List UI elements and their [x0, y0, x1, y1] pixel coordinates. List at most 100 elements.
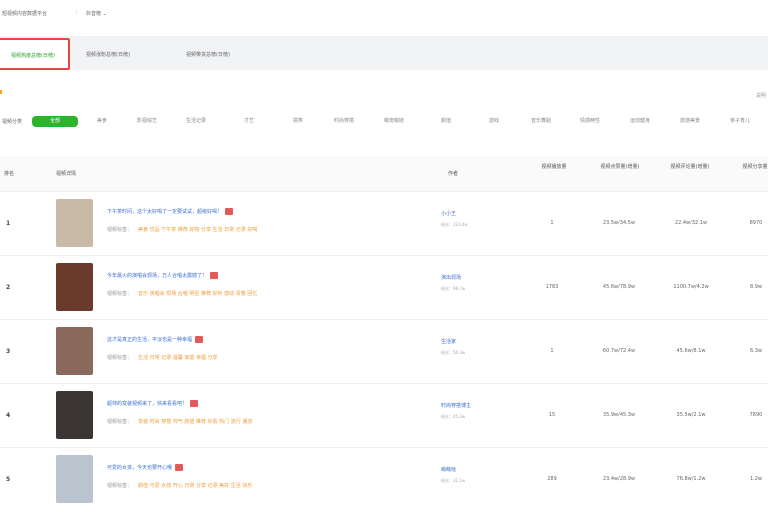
tag-label: 视频标签：	[107, 419, 133, 425]
ranking-tabs: 视频热度总榜(日榜) 视频涨粉总榜(日榜) 视频带货总榜(日榜)	[0, 36, 768, 70]
play-count: 15	[548, 412, 556, 418]
hot-badge-icon	[210, 272, 219, 279]
comment-count: 35.5w/2.1w	[676, 412, 706, 418]
tag-list: 美食 饮品 下午茶 推荐 好物 分享 生活 日常 记录 好喝	[138, 227, 258, 233]
header-comments[interactable]: 视频评论量(增量)	[668, 162, 712, 172]
comment-count: 45.6w/8.1w	[676, 348, 706, 354]
share-count: 1.2w	[749, 476, 763, 482]
filter-option[interactable]: 游戏	[489, 116, 499, 127]
filter-option[interactable]: 情感两性	[580, 116, 600, 127]
header-video: 视频详情	[56, 171, 77, 177]
like-count: 23.5w/34.5w	[602, 220, 636, 226]
filter-option[interactable]: 才艺	[244, 116, 254, 127]
tab-sales-ranking[interactable]: 视频带货总榜(日榜)	[186, 45, 230, 65]
video-thumbnail[interactable]	[56, 263, 93, 311]
video-title[interactable]: 可爱的女孩，今天也要开心哦	[107, 464, 184, 471]
table-row[interactable]: 3 这才是真正的生活，平淡也是一种幸福视频标签： 生活 日常 记录 温馨 家庭 幸福…	[0, 319, 768, 384]
hot-badge-icon	[190, 400, 199, 407]
video-title-text: 下午茶时间，这个太好喝了一定要试试，超级好喝！	[107, 209, 223, 215]
hot-badge-icon	[195, 336, 204, 343]
notice-link[interactable]: 说明	[756, 92, 766, 99]
rank-number: 5	[6, 476, 11, 483]
tab-fans-ranking[interactable]: 视频涨粉总榜(日榜)	[86, 45, 130, 65]
author-fans: 粉丝：56.3w	[441, 350, 466, 355]
video-thumbnail[interactable]	[56, 455, 93, 503]
comment-count: 76.8w/1.2w	[676, 476, 706, 482]
like-count: 45.6w/78.9w	[602, 284, 636, 290]
breadcrumb-dropdown[interactable]: 抖音榜 ⌄	[86, 10, 107, 17]
video-tags: 视频标签： 生活 日常 记录 温馨 家庭 幸福 分享	[107, 354, 218, 361]
play-count: 1	[550, 348, 554, 354]
video-title[interactable]: 超帅的变装视频来了，快来看看吧！	[107, 400, 199, 407]
filter-option[interactable]: 运动健身	[630, 116, 650, 127]
tag-list: 变装 时尚 穿搭 帅气 颜值 推荐 好看 热门 流行 潮流	[138, 419, 253, 425]
video-thumbnail[interactable]	[56, 327, 93, 375]
header-rank: 排名	[4, 171, 15, 177]
author-fans: 粉丝：45.2w	[441, 414, 466, 419]
video-tags: 视频标签： 音乐 演唱会 现场 合唱 明星 推荐 好听 感动 青春 回忆	[107, 290, 257, 297]
play-count: 289	[547, 476, 557, 482]
header-shares[interactable]: 视频分享量	[742, 162, 768, 172]
like-count: 23.4w/28.9w	[602, 476, 636, 482]
header-likes[interactable]: 视频点赞量(增量)	[598, 162, 642, 172]
filter-option[interactable]: 萌宠萌娃	[384, 116, 404, 127]
hot-badge-icon	[225, 208, 234, 215]
filter-option[interactable]: 影视综艺	[137, 116, 157, 127]
top-bar: 短视频内容数据平台 | 抖音榜 ⌄	[0, 0, 768, 32]
tag-label: 视频标签：	[107, 483, 133, 489]
author-fans: 粉丝：98.7w	[441, 286, 466, 291]
video-title[interactable]: 今年最火的演唱会现场，万人合唱太震撼了！	[107, 272, 219, 279]
tab-hot-ranking[interactable]: 视频热度总榜(日榜)	[0, 38, 70, 70]
rank-number: 1	[6, 220, 11, 227]
author-fans: 粉丝：32.1w	[441, 478, 466, 483]
share-count: 6.3w	[749, 348, 763, 354]
rank-number: 2	[6, 284, 11, 291]
video-title[interactable]: 下午茶时间，这个太好喝了一定要试试，超级好喝！	[107, 208, 234, 215]
rank-number: 4	[6, 412, 11, 419]
comment-count: 1100.7w/4.2w	[673, 284, 709, 290]
filter-option[interactable]: 音乐舞蹈	[531, 116, 551, 127]
table-row[interactable]: 1 下午茶时间，这个太好喝了一定要试试，超级好喝！ 视频标签： 美食 饮品 下午茶 推…	[0, 191, 768, 256]
header-author: 作者	[448, 171, 459, 177]
video-title-text: 这才是真正的生活，平淡也是一种幸福	[107, 337, 193, 343]
tag-label: 视频标签：	[107, 355, 133, 361]
author-name[interactable]: 时尚穿搭博主	[441, 402, 471, 409]
breadcrumb-platform[interactable]: 短视频内容数据平台	[2, 10, 47, 17]
header-plays[interactable]: 视频播放量	[536, 162, 572, 172]
breadcrumb-separator: |	[76, 10, 78, 16]
video-title-text: 今年最火的演唱会现场，万人合唱太震撼了！	[107, 273, 208, 279]
share-count: 7890	[749, 412, 763, 418]
filter-option[interactable]: 颜值	[441, 116, 451, 127]
video-tags: 视频标签： 变装 时尚 穿搭 帅气 颜值 推荐 好看 热门 流行 潮流	[107, 418, 252, 425]
like-count: 35.9w/45.3w	[602, 412, 636, 418]
video-thumbnail[interactable]	[56, 391, 93, 439]
video-title-text: 超帅的变装视频来了，快来看看吧！	[107, 401, 188, 407]
video-thumbnail[interactable]	[56, 199, 93, 247]
video-title[interactable]: 这才是真正的生活，平淡也是一种幸福	[107, 336, 204, 343]
hot-badge-icon	[175, 464, 184, 471]
play-count: 1783	[545, 284, 559, 290]
share-count: 8.9w	[749, 284, 763, 290]
video-tags: 视频标签： 美食 饮品 下午茶 推荐 好物 分享 生活 日常 记录 好喝	[107, 226, 257, 233]
filter-option[interactable]: 旅游美景	[680, 116, 700, 127]
filter-option[interactable]: 美食	[97, 116, 107, 127]
filter-option[interactable]: 时尚穿搭	[334, 116, 354, 127]
play-count: 1	[550, 220, 554, 226]
author-name[interactable]: 生活家	[441, 338, 456, 345]
table-row[interactable]: 5 可爱的女孩，今天也要开心哦 视频标签： 颜值 可爱 女孩 开心 日常 分享 记录 …	[0, 447, 768, 512]
author-name[interactable]: 小小王	[441, 210, 456, 217]
author-name[interactable]: 萌萌哒	[441, 466, 456, 473]
tag-list: 音乐 演唱会 现场 合唱 明星 推荐 好听 感动 青春 回忆	[138, 291, 258, 297]
author-name[interactable]: 演出现场	[441, 274, 461, 281]
filter-option[interactable]: 搞笑	[293, 116, 303, 127]
filter-option[interactable]: 生活记录	[186, 116, 206, 127]
tag-label: 视频标签：	[107, 291, 133, 297]
filter-option[interactable]: 亲子育儿	[730, 116, 750, 127]
tag-list: 颜值 可爱 女孩 开心 日常 分享 记录 美好 生活 快乐	[138, 483, 253, 489]
table-row[interactable]: 4 超帅的变装视频来了，快来看看吧！ 视频标签： 变装 时尚 穿搭 帅气 颜值 推荐 …	[0, 383, 768, 448]
notice-marker	[0, 90, 2, 94]
filter-option-all[interactable]: 全部	[32, 116, 78, 127]
share-count: 8970	[749, 220, 763, 226]
rank-number: 3	[6, 348, 11, 355]
table-row[interactable]: 2 今年最火的演唱会现场，万人合唱太震撼了！ 视频标签： 音乐 演唱会 现场 合唱 明…	[0, 255, 768, 320]
